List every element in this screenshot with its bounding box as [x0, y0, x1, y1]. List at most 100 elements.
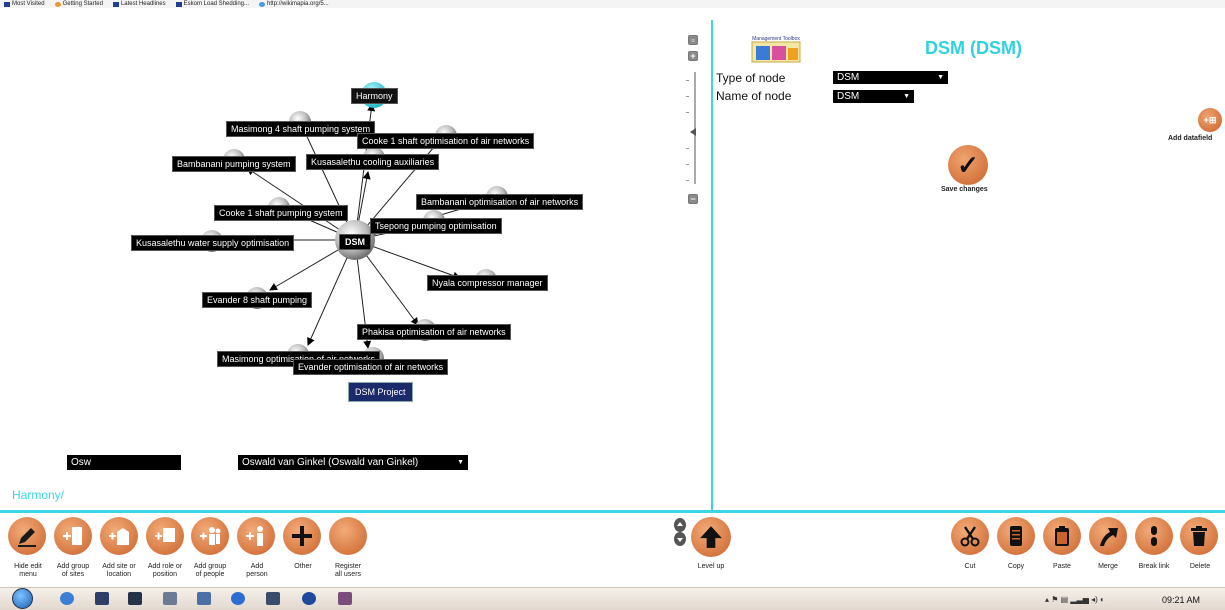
- add-group-of-people-label: Add group of people: [193, 563, 227, 578]
- logo-text: Management Toolbox: [752, 36, 800, 42]
- clock[interactable]: 09:21 AM: [1162, 595, 1200, 605]
- add-site-or-location-button[interactable]: [100, 517, 138, 555]
- break-link-button[interactable]: [1135, 517, 1173, 555]
- type-of-node-select[interactable]: DSM ▼: [833, 71, 948, 84]
- copy-button[interactable]: [997, 517, 1035, 555]
- graph-node[interactable]: Cooke 1 shaft pumping system: [214, 205, 348, 221]
- zoom-tick: [686, 96, 689, 97]
- plus-icon: [292, 526, 312, 546]
- graph-node-parent[interactable]: Harmony: [351, 88, 398, 104]
- add-sites-icon: [63, 527, 82, 545]
- os-taskbar: [0, 587, 1225, 610]
- chevron-down-icon: ▼: [903, 93, 910, 100]
- name-of-node-select[interactable]: DSM ▼: [833, 90, 914, 103]
- graph-node[interactable]: Tsepong pumping optimisation: [370, 218, 502, 234]
- add-group-of-people-button[interactable]: [191, 517, 229, 555]
- app-window: Most Visited Getting Started Latest Head…: [0, 0, 1225, 610]
- start-button[interactable]: [12, 588, 33, 609]
- network-icon[interactable]: [197, 592, 211, 605]
- add-site-icon: [109, 528, 129, 545]
- zoom-tick: [686, 80, 689, 81]
- graph-node[interactable]: Masimong 4 shaft pumping system: [226, 121, 376, 137]
- graph-node[interactable]: Kusasalethu cooling auxiliaries: [306, 154, 440, 170]
- other-label: Other: [294, 563, 312, 570]
- page-title: DSM (DSM): [925, 38, 1022, 58]
- save-changes-button[interactable]: ✓: [948, 145, 988, 185]
- graph-node-center[interactable]: DSM: [339, 234, 371, 250]
- pencil-icon: [18, 528, 36, 547]
- register-all-users-button[interactable]: [329, 517, 367, 555]
- calculator-icon[interactable]: [163, 592, 177, 605]
- checkmark-icon: ✓: [957, 150, 979, 180]
- save-changes-label: Save changes: [941, 186, 988, 193]
- cut-button[interactable]: [951, 517, 989, 555]
- graph-node[interactable]: Cooke 1 shaft optimisation of air networ…: [357, 133, 535, 149]
- paste-icon: [1055, 526, 1069, 546]
- zoom-fit-button[interactable]: ▫: [688, 35, 698, 45]
- tray-icons[interactable]: ▴ ⚑ ▤ ▂▃▅ ◂) ◐: [1045, 595, 1105, 604]
- explorer-icon[interactable]: [95, 592, 109, 605]
- graph-node[interactable]: Kusasalethu water supply optimisation: [131, 235, 295, 251]
- graph-node[interactable]: Evander 8 shaft pumping: [202, 292, 313, 308]
- add-person-label: Add person: [246, 563, 268, 578]
- add-group-of-sites-button[interactable]: [54, 517, 92, 555]
- add-people-icon: [200, 527, 221, 545]
- search-input[interactable]: [67, 455, 181, 470]
- type-of-node-label: Type of node: [716, 71, 786, 85]
- scissors-icon: [960, 526, 980, 547]
- terminal-icon[interactable]: [128, 592, 142, 605]
- graph-node[interactable]: Evander optimisation of air networks: [293, 359, 449, 375]
- image-viewer-icon[interactable]: [266, 592, 280, 605]
- scroll-arrows-icon[interactable]: [673, 517, 687, 547]
- add-datafield-label: Add datafield: [1168, 135, 1213, 142]
- hide-edit-menu-label: Hide edit menu: [14, 563, 42, 578]
- paste-button[interactable]: [1043, 517, 1081, 555]
- add-person-button[interactable]: [237, 517, 275, 555]
- merge-button[interactable]: [1089, 517, 1127, 555]
- browser-icon[interactable]: [231, 592, 245, 605]
- zoom-in-button[interactable]: +: [688, 51, 698, 61]
- add-role-icon: [155, 528, 175, 542]
- zoom-tick: [686, 164, 689, 165]
- level-up-label: Level up: [697, 563, 725, 570]
- graph-node[interactable]: Nyala compressor manager: [427, 275, 548, 291]
- paste-label: Paste: [1053, 563, 1071, 570]
- zoom-out-button[interactable]: −: [688, 194, 698, 204]
- panel-divider: [711, 20, 713, 510]
- delete-button[interactable]: [1180, 517, 1218, 555]
- add-person-icon: [246, 526, 263, 546]
- user-select[interactable]: Oswald van Ginkel (Oswald van Ginkel) ▼: [238, 455, 468, 470]
- toolbar-divider: [0, 510, 1225, 513]
- type-of-node-value: DSM: [837, 72, 860, 83]
- other-button[interactable]: [283, 517, 321, 555]
- merge-icon: [1100, 528, 1118, 546]
- add-table-icon: +⊞: [1203, 115, 1217, 125]
- graph-node[interactable]: Bambanani pumping system: [172, 156, 296, 172]
- chevron-down-icon: ▼: [457, 459, 464, 466]
- register-all-users-label: Register all users: [334, 563, 362, 578]
- graph-node[interactable]: Bambanani optimisation of air networks: [416, 194, 584, 210]
- copy-label: Copy: [1007, 563, 1025, 570]
- outlook-icon[interactable]: [302, 592, 316, 605]
- add-datafield-button[interactable]: +⊞: [1198, 108, 1222, 132]
- add-role-or-position-label: Add role or position: [147, 563, 183, 578]
- name-of-node-value: DSM: [837, 91, 860, 102]
- level-up-button[interactable]: [691, 517, 731, 557]
- graph-node-project[interactable]: DSM Project: [348, 382, 413, 402]
- trash-icon: [1191, 526, 1207, 546]
- graph-canvas[interactable]: [0, 0, 711, 510]
- zoom-slider-thumb[interactable]: [690, 128, 696, 136]
- merge-label: Merge: [1098, 563, 1118, 570]
- graph-node[interactable]: Phakisa optimisation of air networks: [357, 324, 511, 340]
- app-icon[interactable]: [338, 592, 352, 605]
- breadcrumb[interactable]: Harmony/: [12, 488, 64, 502]
- hide-edit-menu-button[interactable]: [8, 517, 46, 555]
- management-toolbox-logo: Management Toolbox: [751, 36, 801, 63]
- zoom-tick: [686, 180, 689, 181]
- user-select-value: Oswald van Ginkel (Oswald van Ginkel): [242, 457, 419, 468]
- copy-icon: [1010, 526, 1022, 546]
- ie-icon[interactable]: [60, 592, 74, 605]
- break-link-icon: [1151, 526, 1157, 546]
- arrow-up-icon: [700, 526, 722, 548]
- add-role-or-position-button[interactable]: [146, 517, 184, 555]
